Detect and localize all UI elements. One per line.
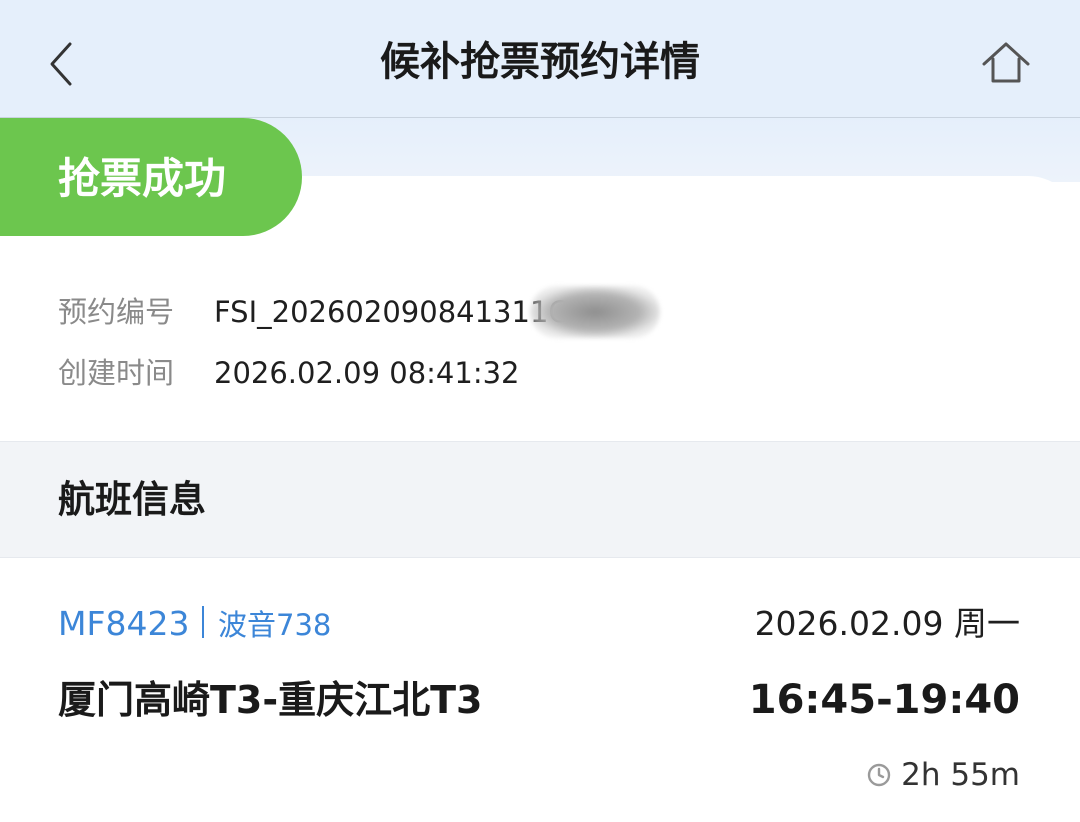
chevron-left-icon — [50, 42, 72, 86]
redaction-smudge — [530, 286, 660, 338]
reservation-row: 预约编号 FSI_202602090841311C — [58, 290, 569, 334]
reservation-value: FSI_202602090841311C — [214, 295, 569, 329]
flight-date: 2026.02.09 周一 — [754, 604, 1020, 643]
flight-divider — [202, 606, 204, 638]
clock-icon — [867, 763, 891, 787]
flight-section-title: 航班信息 — [58, 478, 206, 521]
flight-section-header: 航班信息 — [0, 441, 1080, 558]
created-row: 创建时间 2026.02.09 08:41:32 — [58, 351, 520, 395]
home-button[interactable] — [978, 38, 1034, 86]
top-bar: 候补抢票预约详情 — [0, 0, 1080, 118]
reservation-label: 预约编号 — [58, 295, 175, 329]
home-icon — [982, 42, 1030, 83]
aircraft-type: 波音738 — [218, 608, 332, 642]
page-title: 候补抢票预约详情 — [380, 39, 700, 85]
back-button[interactable] — [40, 38, 84, 90]
created-label: 创建时间 — [58, 356, 175, 390]
flight-route: 厦门高崎T3-重庆江北T3 — [58, 678, 483, 722]
created-value: 2026.02.09 08:41:32 — [214, 356, 520, 390]
flight-number: MF8423 — [58, 604, 190, 643]
status-label: 抢票成功 — [58, 154, 227, 203]
flight-times: 16:45-19:40 — [748, 677, 1020, 723]
flight-duration: 2h 55m — [901, 757, 1020, 793]
